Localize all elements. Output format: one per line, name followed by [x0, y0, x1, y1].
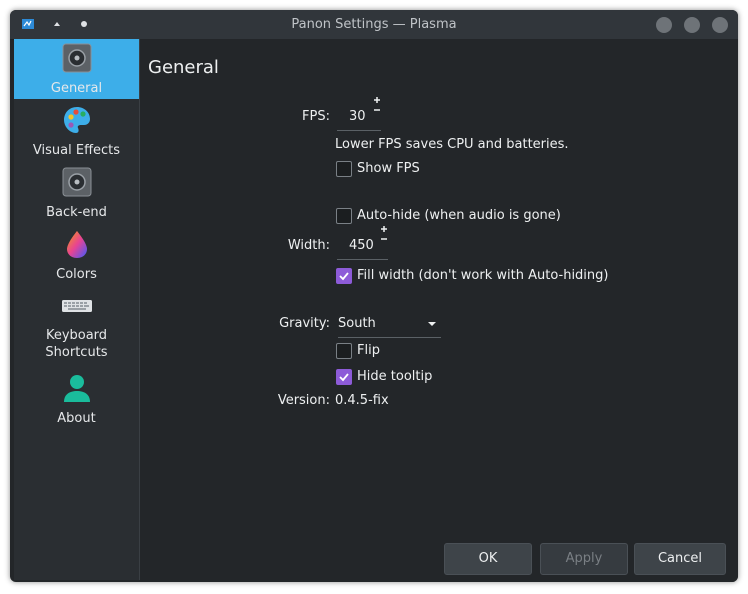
flip-checkbox[interactable] — [336, 343, 352, 359]
sidebar-item-general[interactable]: General — [14, 39, 139, 99]
sidebar-item-label: Colors — [56, 267, 97, 282]
sidebar-item-visual-effects[interactable]: Visual Effects — [14, 101, 139, 161]
autohide-checkbox[interactable] — [336, 208, 352, 224]
minimize-button[interactable] — [656, 17, 672, 33]
gravity-value: South — [338, 316, 376, 331]
fps-label: FPS: — [302, 109, 330, 124]
sidebar-item-about[interactable]: About — [14, 369, 139, 429]
user-icon — [64, 375, 90, 402]
maximize-button[interactable] — [684, 17, 700, 33]
show-fps-label[interactable]: Show FPS — [357, 161, 420, 176]
sidebar-item-label: Visual Effects — [32, 143, 121, 158]
page-title: General — [148, 57, 219, 78]
width-stepper-icon[interactable] — [379, 224, 389, 246]
autohide-label[interactable]: Auto-hide (when audio is gone) — [357, 208, 561, 223]
version-value: 0.4.5-fix — [335, 393, 389, 408]
settings-window: Panon Settings — Plasma General Visual E… — [10, 10, 738, 582]
checkmark-icon — [339, 272, 349, 281]
speaker-icon — [62, 167, 92, 197]
fill-width-checkbox[interactable] — [336, 268, 352, 284]
version-label: Version: — [277, 393, 330, 408]
window-title: Panon Settings — Plasma — [291, 17, 457, 32]
width-spinbox-underline — [337, 259, 388, 260]
flip-label[interactable]: Flip — [357, 343, 380, 358]
hide-tooltip-label[interactable]: Hide tooltip — [357, 369, 432, 384]
fps-value[interactable]: 30 — [349, 109, 366, 124]
sidebar-item-label: Back-end — [46, 205, 107, 220]
close-button[interactable] — [712, 17, 728, 33]
keyboard-icon — [62, 300, 92, 312]
sidebar-item-label: General — [50, 81, 103, 96]
width-label: Width: — [287, 238, 330, 253]
chevron-down-icon — [428, 322, 436, 326]
fps-stepper-icon[interactable] — [372, 95, 382, 117]
gravity-select[interactable]: South — [338, 313, 441, 338]
sidebar-item-label: Keyboard Shortcuts — [45, 328, 108, 360]
hide-tooltip-checkbox[interactable] — [336, 369, 352, 385]
checkmark-icon — [339, 373, 349, 382]
color-drop-icon — [67, 231, 87, 258]
general-page: General FPS: 30 Lower FPS saves CPU and … — [140, 39, 738, 582]
width-value[interactable]: 450 — [349, 238, 374, 253]
fps-hint: Lower FPS saves CPU and batteries. — [335, 137, 569, 152]
apply-button[interactable]: Apply — [540, 543, 628, 575]
palette-icon — [64, 107, 90, 133]
ok-button[interactable]: OK — [444, 543, 532, 575]
fill-width-label[interactable]: Fill width (don't work with Auto-hiding) — [357, 268, 608, 283]
sidebar-item-keyboard-shortcuts[interactable]: Keyboard Shortcuts — [14, 287, 139, 367]
category-sidebar: General Visual Effects Back-end Colors K… — [14, 39, 140, 580]
show-fps-checkbox[interactable] — [336, 161, 352, 177]
sidebar-item-colors[interactable]: Colors — [14, 225, 139, 285]
sidebar-item-back-end[interactable]: Back-end — [14, 163, 139, 223]
gravity-label: Gravity: — [279, 316, 330, 331]
fps-spinbox-underline — [337, 130, 381, 131]
title-bar: Panon Settings — Plasma — [10, 10, 738, 40]
sidebar-item-label: About — [57, 411, 96, 426]
speaker-icon — [62, 43, 92, 73]
cancel-button[interactable]: Cancel — [634, 543, 726, 575]
